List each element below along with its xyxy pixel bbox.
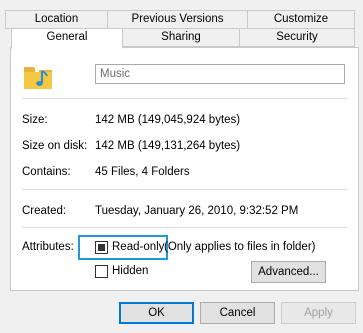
readonly-checkbox[interactable] — [95, 241, 108, 254]
size-on-disk-label: Size on disk: — [22, 140, 88, 152]
music-folder-icon — [24, 67, 52, 89]
tab-row-front: General Sharing Security — [0, 28, 363, 49]
ok-button[interactable]: OK — [119, 302, 194, 324]
hidden-label[interactable]: Hidden — [112, 265, 148, 277]
contains-value: 45 Files, 4 Folders — [95, 166, 190, 178]
tab-sharing[interactable]: Sharing — [122, 28, 240, 47]
general-tab-panel: Music Size: 142 MB (149,045,924 bytes) S… — [10, 47, 359, 291]
tab-location[interactable]: Location — [5, 10, 108, 29]
apply-button[interactable]: Apply — [281, 302, 356, 324]
separator — [22, 227, 347, 228]
cancel-button[interactable]: Cancel — [200, 302, 275, 324]
size-value: 142 MB (149,045,924 bytes) — [95, 114, 241, 126]
tab-customize[interactable]: Customize — [247, 10, 355, 29]
tab-security[interactable]: Security — [239, 28, 355, 47]
folder-name-field[interactable]: Music — [95, 64, 345, 84]
size-on-disk-value: 142 MB (149,131,264 bytes) — [95, 140, 241, 152]
contains-label: Contains: — [22, 166, 71, 178]
readonly-label[interactable]: Read-only — [112, 241, 164, 253]
created-label: Created: — [22, 205, 67, 217]
separator — [22, 189, 347, 190]
size-label: Size: — [22, 114, 48, 126]
tab-previous-versions[interactable]: Previous Versions — [107, 10, 248, 29]
readonly-note: (Only applies to files in folder) — [164, 241, 316, 253]
advanced-button[interactable]: Advanced... — [251, 261, 326, 283]
separator — [22, 98, 347, 99]
created-value: Tuesday, January 26, 2010, 9:32:52 PM — [95, 205, 299, 217]
tab-row-back: Location Previous Versions Customize — [0, 10, 363, 29]
attributes-label: Attributes: — [22, 241, 74, 253]
tab-general[interactable]: General — [11, 28, 123, 49]
hidden-checkbox[interactable] — [95, 265, 108, 278]
